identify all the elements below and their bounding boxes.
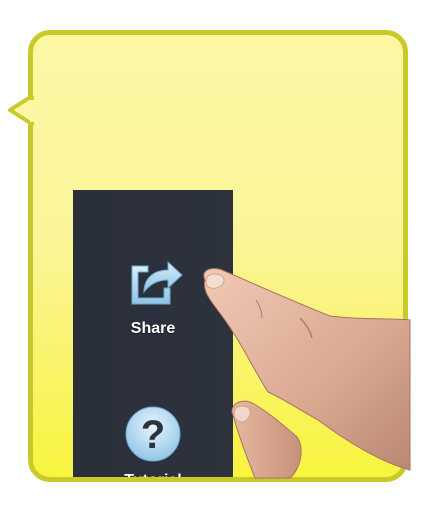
- tutorial-button[interactable]: ? Tutorial: [73, 398, 233, 482]
- question-icon: ?: [118, 398, 188, 468]
- svg-text:?: ?: [141, 413, 165, 457]
- share-button[interactable]: Share: [73, 244, 233, 338]
- share-label: Share: [130, 320, 176, 337]
- tutorial-label: Tutorial: [124, 472, 182, 482]
- menu-panel: Share ? Tutorial: [73, 190, 233, 482]
- share-icon: [118, 244, 188, 314]
- callout-bubble: Share ? Tutorial: [28, 30, 408, 482]
